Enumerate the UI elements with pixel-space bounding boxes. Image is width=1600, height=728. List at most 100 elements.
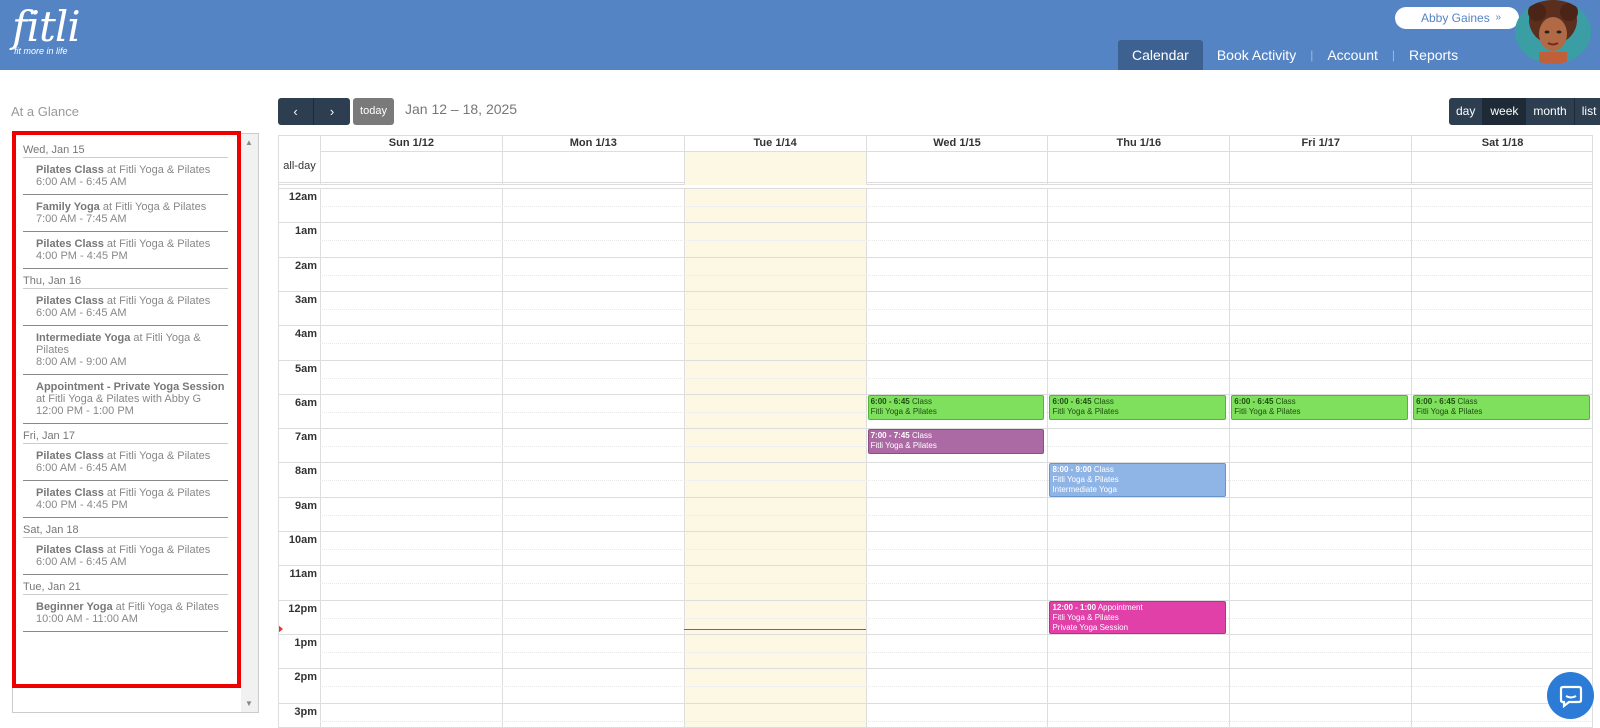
glance-event-name: Pilates Class [36, 295, 104, 307]
all-day-cell[interactable] [320, 152, 502, 185]
half-hour-line [320, 308, 1592, 310]
event-kind: Class [1093, 465, 1114, 475]
event-time-line: 6:00 - 6:45 Class [1052, 397, 1223, 407]
half-hour-line [320, 617, 1592, 619]
glance-event[interactable]: Pilates Class at Fitli Yoga & Pilates 6:0… [23, 158, 228, 195]
glance-event-time: 7:00 AM - 7:45 AM [36, 213, 127, 225]
glance-day-header: Sat, Jan 18 [23, 518, 228, 538]
glance-event[interactable]: Pilates Class at Fitli Yoga & Pilates 6:0… [23, 289, 228, 326]
glance-event[interactable]: Pilates Class at Fitli Yoga & Pilates 6:0… [23, 538, 228, 575]
day-column-header: Fri 1/17 [1229, 136, 1411, 151]
event-time-line: 6:00 - 6:45 Class [1416, 397, 1587, 407]
scroll-up-icon[interactable]: ▲ [245, 138, 253, 147]
all-day-cell[interactable] [683, 152, 866, 185]
hour-label: 1pm [294, 636, 317, 649]
glance-event-name: Intermediate Yoga [36, 332, 131, 344]
glance-event-name: Pilates Class [36, 164, 104, 176]
all-day-cell[interactable] [1229, 152, 1411, 185]
all-day-cell[interactable] [1411, 152, 1592, 185]
event-time: 8:00 - 9:00 [1052, 465, 1092, 475]
glance-event-name: Pilates Class [36, 487, 104, 499]
hour-row: 1am [279, 222, 1592, 257]
date-range-title: Jan 12 – 18, 2025 [405, 101, 518, 117]
calendar-event[interactable]: 6:00 - 6:45 Class Fitli Yoga & Pilates [1049, 394, 1227, 420]
chevron-down-icon: » [1495, 12, 1501, 23]
fitli-logo[interactable]: fitli fit more in life [12, 4, 81, 57]
glance-event-name: Pilates Class [36, 450, 104, 462]
hour-row: 9am [279, 496, 1592, 532]
prev-week-button[interactable]: ‹ [278, 98, 314, 125]
event-detail: Fitli Yoga & Pilates [870, 441, 937, 451]
glance-event[interactable]: Intermediate Yoga at Fitli Yoga & Pilate… [23, 326, 228, 375]
glance-event[interactable]: Pilates Class at Fitli Yoga & Pilates 4:0… [23, 232, 228, 269]
chevron-left-icon: ‹ [293, 104, 298, 119]
event-detail: Fitli Yoga & Pilates [1234, 406, 1301, 416]
glance-event-name: Family Yoga [36, 201, 100, 213]
half-hour-line [320, 686, 1592, 688]
hour-row: 3am [279, 290, 1592, 326]
view-week-button[interactable]: week [1483, 98, 1527, 125]
event-kind: Class [1275, 396, 1296, 406]
event-kind: Class [911, 396, 932, 406]
column-headers: Sun 1/12 Mon 1/13 Tue 1/14 Wed 1/15 Thu 1/16… [320, 136, 1592, 152]
glance-event-time: 6:00 AM - 6:45 AM [36, 462, 127, 474]
view-month-button[interactable]: month [1526, 98, 1575, 125]
calendar-event[interactable]: 8:00 - 9:00 Class Fitli Yoga & Pilates Int… [1049, 463, 1227, 497]
calendar-event[interactable]: 12:00 - 1:00 Appointment Fitli Yoga & Pil… [1049, 600, 1227, 634]
nav-reports[interactable]: Reports [1395, 40, 1472, 70]
user-menu[interactable]: Abby Gaines » [1395, 7, 1519, 29]
user-name: Abby Gaines [1421, 11, 1490, 25]
event-detail: Fitli Yoga & Pilates [1052, 406, 1119, 416]
sidebar-scrollbar[interactable]: ▲ ▼ [241, 134, 258, 712]
view-day-button[interactable]: day [1449, 98, 1484, 125]
at-a-glance-list: Wed, Jan 15 Pilates Class at Fitli Yoga &… [23, 138, 228, 632]
day-column-header: Thu 1/16 [1047, 136, 1229, 151]
hour-row: 2pm [279, 668, 1592, 703]
glance-day-header: Thu, Jan 16 [23, 269, 228, 289]
glance-event-time: 4:00 PM - 4:45 PM [36, 499, 128, 511]
hour-label: 10am [288, 534, 317, 546]
day-column-header: Wed 1/15 [865, 136, 1048, 151]
calendar-event[interactable]: 6:00 - 6:45 Class Fitli Yoga & Pilates [1413, 394, 1591, 420]
half-hour-line [320, 651, 1592, 653]
scroll-down-icon[interactable]: ▼ [245, 699, 253, 708]
glance-event-name: Pilates Class [36, 544, 104, 556]
chat-icon [1559, 685, 1582, 708]
avatar[interactable] [1515, 0, 1591, 64]
hour-label: 12pm [288, 602, 317, 615]
all-day-cell[interactable] [501, 152, 684, 185]
calendar-event[interactable]: 6:00 - 6:45 Class Fitli Yoga & Pilates [1231, 394, 1409, 420]
calendar-event[interactable]: 7:00 - 7:45 Class Fitli Yoga & Pilates [867, 429, 1045, 454]
view-switcher: day week month list [1449, 98, 1600, 125]
view-list-button[interactable]: list [1574, 98, 1600, 125]
hour-label: 2pm [294, 671, 317, 684]
event-time: 7:00 - 7:45 [870, 431, 910, 441]
event-kind: Appointment [1097, 602, 1143, 612]
nav-calendar[interactable]: Calendar [1118, 40, 1203, 70]
nav-account[interactable]: Account [1313, 40, 1392, 70]
all-day-cell[interactable] [1047, 152, 1229, 185]
now-indicator-arrow [279, 624, 283, 633]
nav-book-activity[interactable]: Book Activity [1203, 40, 1310, 70]
event-time-line: 6:00 - 6:45 Class [1234, 397, 1405, 407]
glance-event-location: at Fitli Yoga & Pilates [103, 295, 211, 307]
half-hour-line [320, 343, 1592, 345]
next-week-button[interactable]: › [314, 98, 350, 125]
day-column-header: Sat 1/18 [1411, 136, 1592, 151]
glance-event[interactable]: Appointment - Private Yoga Session at Fi… [23, 375, 228, 424]
hour-label: 4am [294, 328, 317, 341]
all-day-cell[interactable] [865, 152, 1048, 185]
event-detail: Intermediate Yoga [1052, 485, 1117, 495]
glance-event[interactable]: Family Yoga at Fitli Yoga & Pilates 7:00 … [23, 195, 228, 232]
glance-day-header: Tue, Jan 21 [23, 575, 228, 595]
hour-label: 11am [289, 568, 317, 581]
glance-event[interactable]: Beginner Yoga at Fitli Yoga & Pilates 10:… [23, 595, 228, 632]
half-hour-line [320, 720, 1592, 722]
event-detail: Private Yoga Session [1052, 622, 1129, 632]
calendar-event[interactable]: 6:00 - 6:45 Class Fitli Yoga & Pilates [867, 394, 1045, 420]
glance-event[interactable]: Pilates Class at Fitli Yoga & Pilates 6:0… [23, 444, 228, 481]
glance-event[interactable]: Pilates Class at Fitli Yoga & Pilates 4:0… [23, 481, 228, 518]
chat-button[interactable] [1547, 672, 1594, 719]
event-time: 6:00 - 6:45 [1234, 396, 1274, 406]
today-button[interactable]: today [353, 98, 394, 125]
